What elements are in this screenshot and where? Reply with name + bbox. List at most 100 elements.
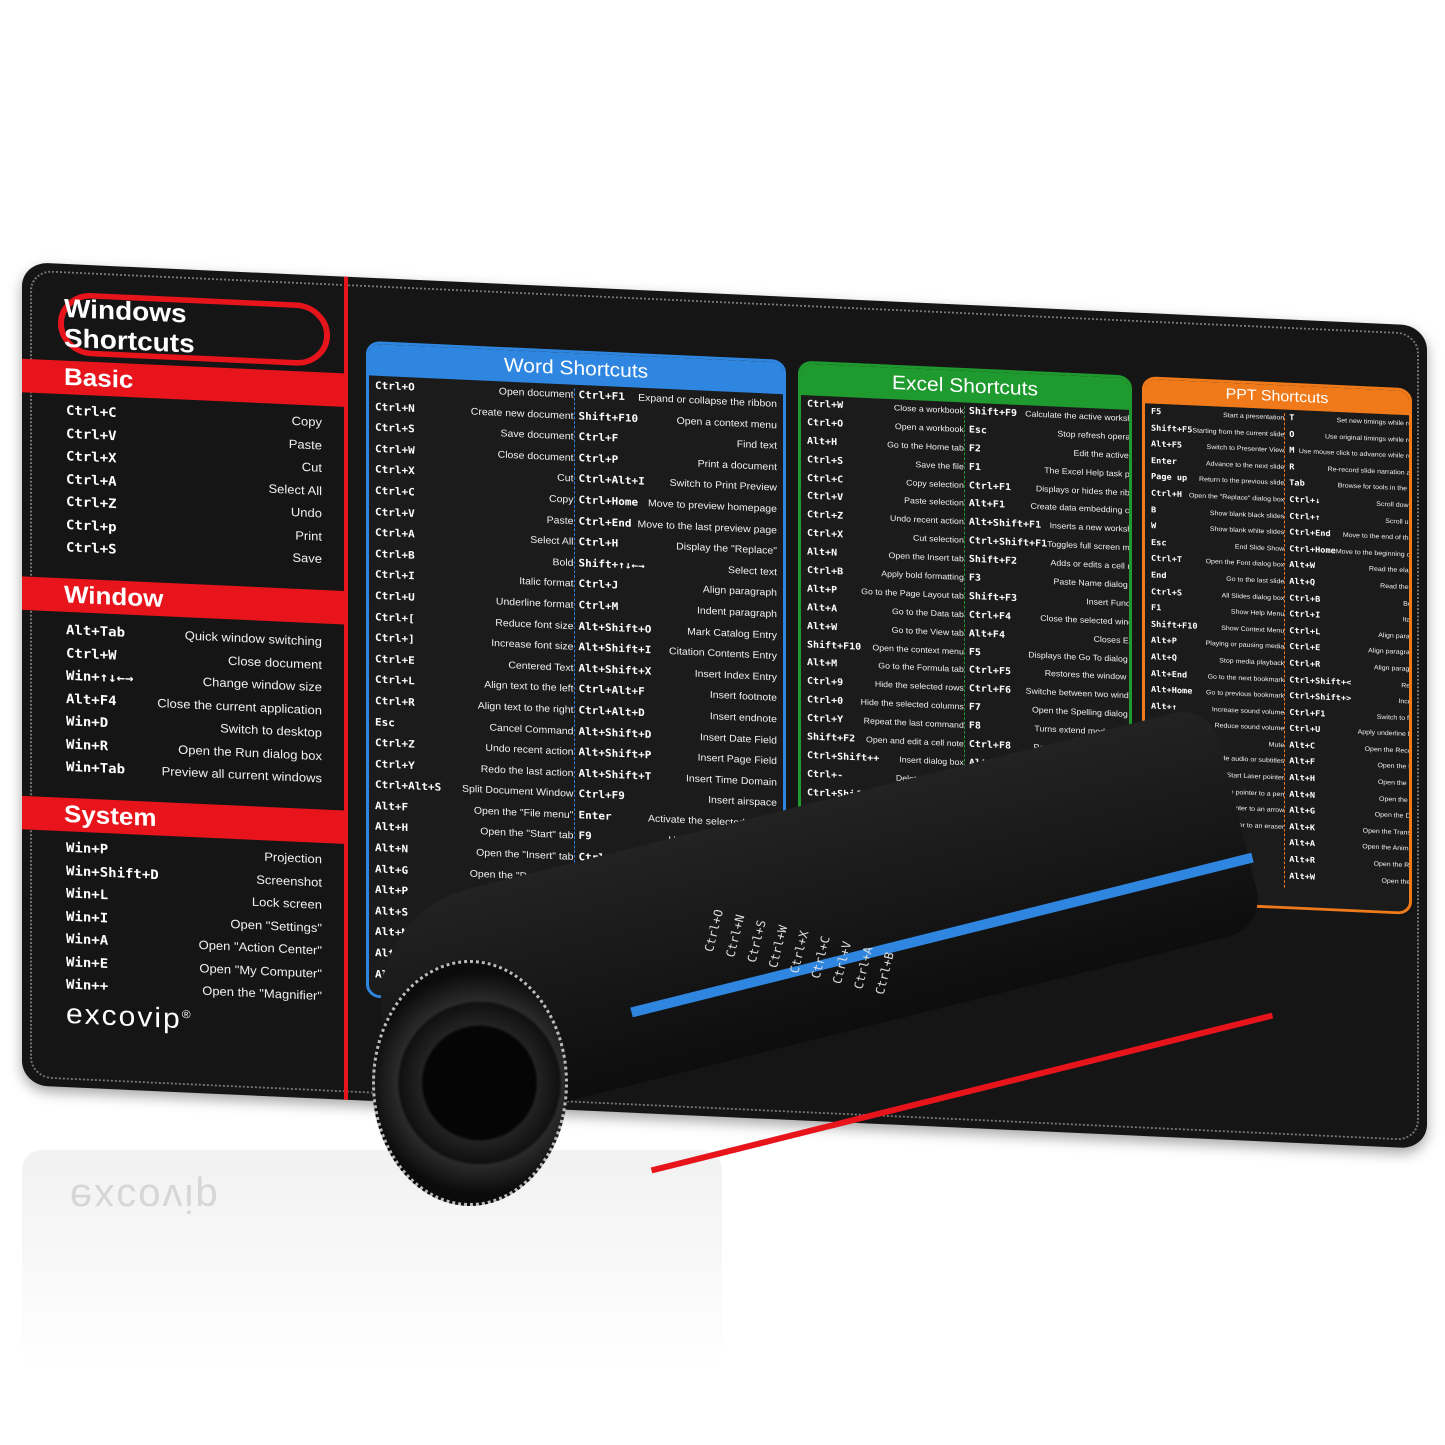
shortcut-key: Alt+Q (1289, 577, 1316, 588)
shortcut-description: Switch to Print Preview (669, 477, 777, 494)
shortcut-description: Open the View tab (1381, 877, 1412, 887)
shortcut-key: Ctrl+↓ (1289, 495, 1321, 506)
shortcut-key: Ctrl+V (375, 505, 415, 520)
shortcut-key: Alt+Shift+D (578, 724, 652, 741)
shortcut-key: Ctrl+Shift+< (1289, 675, 1352, 688)
shortcut-key: Alt+H (807, 436, 838, 448)
shortcut-description: Paste (546, 514, 574, 527)
shortcut-key: Alt+Shift+P (578, 745, 652, 762)
shortcut-key: Win+R (66, 736, 109, 754)
shortcut-key: Alt+P (1151, 636, 1177, 647)
shortcut-key: Shift+F3 (968, 591, 1018, 604)
shortcut-description: Mute (1268, 741, 1285, 749)
shortcut-description: Cancel Command (489, 721, 574, 737)
shortcut-key: Alt+H (375, 820, 409, 835)
shortcut-key: Ctrl+0 (807, 694, 844, 707)
shortcut-key: Alt+F (375, 799, 409, 814)
shortcut-key: Shift+F10 (807, 639, 862, 653)
red-divider (344, 276, 348, 1100)
shortcut-key: Ctrl+E (1289, 642, 1321, 654)
shortcut-key: Ctrl+V (807, 491, 844, 504)
shortcut-description: Citation Contents Entry (669, 645, 777, 662)
shortcut-key: Alt+P (807, 583, 838, 596)
shortcut-description: Go to previous bookmark (1206, 689, 1285, 700)
shortcut-key: Ctrl+R (375, 694, 415, 709)
shortcut-key: Ctrl+B (375, 547, 415, 562)
shortcut-key: Ctrl+O (807, 417, 844, 430)
shortcut-description: Align text to the right (477, 700, 574, 716)
shortcut-description: Copy selection (906, 477, 964, 490)
shortcut-description: Closes Excel (1093, 634, 1132, 646)
shortcut-key: Esc (1151, 538, 1167, 549)
shortcut-key: Alt+A (807, 602, 838, 615)
shortcut-key: Ctrl+E (375, 652, 415, 667)
shortcut-description: Set new timings while rehearsing (1336, 417, 1412, 429)
shortcut-key: Ctrl+F9 (578, 787, 625, 803)
shortcut-key: F5 (968, 646, 981, 658)
shortcut-description: Undo recent action (890, 513, 964, 527)
shortcut-description: Reduce font size (495, 616, 574, 632)
shortcut-description: Align text to the left (484, 679, 574, 695)
shortcut-key: Esc (375, 715, 395, 729)
shortcut-key: B (1151, 505, 1157, 515)
shortcut-description: Print (295, 527, 322, 543)
shortcut-key: Shift+F2 (807, 731, 856, 745)
shortcut-description: Calculate the active worksheet (1025, 408, 1132, 424)
shortcut-key: Ctrl+L (375, 673, 415, 688)
shortcut-description: Increase font size (491, 637, 574, 653)
shortcut-key: Ctrl+F (578, 430, 619, 445)
shortcut-description: Find text (736, 438, 777, 452)
shortcut-key: Alt+Tab (66, 622, 126, 641)
shortcut-description: Move to the beginning of text box (1335, 548, 1412, 559)
shortcut-description: Go to the next bookmark (1207, 673, 1285, 684)
section-header-window: Window (22, 576, 344, 625)
shortcut-key: Ctrl+[ (375, 610, 415, 625)
shortcut-key: Ctrl+F6 (968, 683, 1011, 696)
shortcut-key: Alt+C (1289, 740, 1316, 752)
ppt-right-column: T Set new timings while rehearsing O Use or… (1284, 413, 1412, 895)
shortcut-description: Go to the View tab (891, 624, 964, 638)
shortcut-key: Win+P (66, 840, 109, 858)
shortcut-key: F1 (1151, 603, 1162, 614)
shortcut-key: Alt+W (807, 620, 838, 633)
shortcut-description: Close a workbook (893, 402, 964, 416)
shortcut-description: Open the Review tab (1373, 860, 1412, 870)
shortcut-description: Open the File menu (1377, 762, 1412, 772)
shortcut-description: Projection (264, 849, 322, 867)
shortcut-key: Alt+Q (1151, 652, 1177, 664)
shortcut-description: Go to the last slide (1226, 576, 1285, 586)
shortcut-description: Start Laser pointer (1226, 772, 1285, 782)
shortcut-description: Insert dialog box (899, 754, 964, 767)
shortcut-key: Alt+W (1289, 871, 1316, 883)
shortcut-key: Ctrl+B (807, 565, 844, 578)
shortcut-description: Close document (228, 653, 322, 672)
shortcut-description: Browse for tools in the view area (1337, 482, 1412, 494)
shortcut-description: Italic format (1402, 616, 1412, 625)
shortcut-description: Start a presentation (1223, 412, 1285, 422)
shortcut-key: Ctrl+S (375, 421, 415, 436)
shortcut-description: Bold (552, 556, 574, 569)
shortcut-key: W (1151, 521, 1157, 532)
shortcut-key: Ctrl+T (1151, 554, 1183, 566)
shortcut-description: Insert endnote (709, 710, 777, 725)
shortcut-description: End Slide Show (1234, 543, 1285, 553)
shortcut-description: Insert Index Entry (694, 668, 777, 683)
shortcut-description: Close document (497, 448, 574, 464)
shortcut-key: Win++ (66, 977, 109, 995)
shortcut-description: Open the Recording tab (1364, 746, 1412, 756)
shortcut-description: Move to the end of the text box (1342, 532, 1412, 543)
shortcut-key: Win+D (66, 714, 109, 731)
shortcut-key: M (1289, 446, 1295, 456)
shortcut-key: Alt+End (1151, 668, 1188, 680)
shortcut-key: Ctrl+Shift+F1 (968, 535, 1048, 550)
shortcut-key: Win+L (66, 886, 109, 903)
shortcut-description: Redo the last action (480, 763, 574, 779)
shortcut-key: Alt+Shift+T (578, 766, 652, 783)
shortcut-description: Read the next step (1380, 583, 1412, 592)
shortcut-description: Increase font (1398, 698, 1412, 707)
shortcut-description: Advance to the next slide (1206, 460, 1285, 471)
shortcut-description: Underline format (495, 595, 574, 611)
shortcut-key: Win+↑↓←→ (66, 668, 134, 687)
shortcut-key: Ctrl+P (578, 451, 619, 466)
product-photo: excovip Windows Shortcuts Basic Ctrl+C Co… (0, 0, 1445, 1445)
